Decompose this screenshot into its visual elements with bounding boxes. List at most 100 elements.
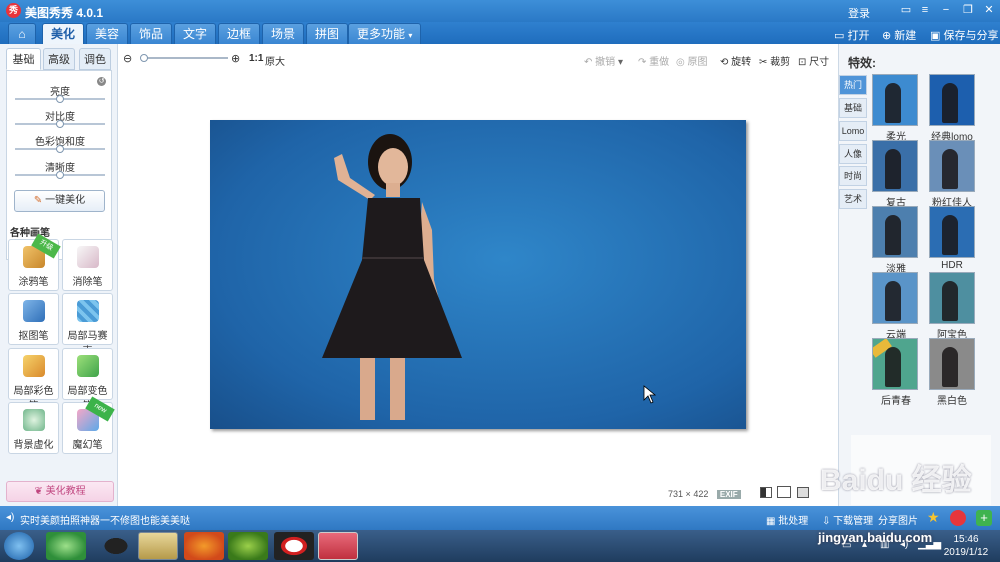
taskbar-player-icon[interactable] bbox=[228, 532, 268, 560]
image-dimensions: 731 × 422 EXIF bbox=[668, 489, 741, 499]
taskbar-record-icon[interactable] bbox=[274, 532, 314, 560]
title-bar: 秀 美图秀秀 4.0.1 登录 ▭ ≡ − ❐ ✕ bbox=[0, 0, 1000, 22]
effect-category-lomo[interactable]: Lomo bbox=[839, 121, 867, 141]
redo-button[interactable]: ↷ 重做 bbox=[638, 53, 669, 68]
undo-button[interactable]: ↶ 撤销 ▾ bbox=[584, 53, 623, 68]
effect-category-hot[interactable]: 热门 bbox=[839, 75, 867, 95]
menu-icon[interactable]: ≡ bbox=[917, 3, 933, 18]
original-button[interactable]: ◎ 原图 bbox=[676, 53, 708, 68]
zoom-ratio-button[interactable]: 1:1 bbox=[249, 53, 263, 64]
brush-background-blur[interactable]: 背景虚化 bbox=[8, 402, 59, 454]
close-icon[interactable]: ✕ bbox=[981, 3, 997, 18]
saturation-slider[interactable] bbox=[15, 145, 105, 153]
login-link[interactable]: 登录 bbox=[848, 5, 870, 21]
fit-view-icon[interactable] bbox=[777, 486, 791, 498]
brush-magic[interactable]: new 魔幻笔 bbox=[62, 396, 115, 454]
effect-category-art[interactable]: 艺术 bbox=[839, 189, 867, 209]
subtab-color[interactable]: 调色 bbox=[79, 48, 111, 70]
effect-thumb-post-youth[interactable] bbox=[872, 338, 918, 390]
start-button-icon[interactable] bbox=[4, 532, 34, 560]
brightness-slider[interactable] bbox=[15, 95, 105, 103]
restore-icon[interactable]: ❐ bbox=[960, 3, 976, 18]
zoom-in-icon[interactable]: ⊕ bbox=[231, 52, 240, 65]
one-key-beautify-button[interactable]: ✎ 一键美化 bbox=[14, 190, 105, 212]
zoom-out-icon[interactable]: ⊖ bbox=[123, 52, 132, 65]
contrast-thumb[interactable] bbox=[56, 120, 64, 128]
brush-local-color[interactable]: 局部彩色笔 bbox=[8, 348, 59, 412]
minimize-icon[interactable]: − bbox=[938, 3, 954, 18]
tab-text[interactable]: 文字 bbox=[174, 23, 217, 44]
effect-thumb-soft-light[interactable] bbox=[872, 74, 918, 126]
taskbar-meitu-icon[interactable] bbox=[318, 532, 358, 560]
image-width: 731 bbox=[668, 489, 684, 499]
undo-icon: ↶ bbox=[584, 57, 593, 68]
baidu-watermark: Baidu 经验 bbox=[820, 464, 972, 497]
zoom-slider[interactable] bbox=[140, 54, 228, 62]
brush-eraser[interactable]: 消除笔 bbox=[62, 239, 113, 291]
taskbar-qq-icon[interactable] bbox=[96, 532, 136, 560]
open-button[interactable]: ▭ 打开 bbox=[834, 27, 869, 43]
effect-category-portrait[interactable]: 人像 bbox=[839, 144, 867, 164]
batch-button[interactable]: ▦ 批处理 bbox=[766, 512, 808, 527]
rotate-button[interactable]: ⟲ 旋转 bbox=[720, 53, 751, 68]
effect-thumb-elegant[interactable] bbox=[872, 206, 918, 258]
taskbar-firefox-icon[interactable] bbox=[184, 532, 224, 560]
tab-collage[interactable]: 拼图 bbox=[306, 23, 349, 44]
tutorial-button[interactable]: ❦ 美化教程 bbox=[6, 481, 114, 502]
effect-preview-figure bbox=[885, 347, 901, 387]
home-tab[interactable]: ⌂ bbox=[8, 23, 36, 44]
message-icon[interactable]: ▭ bbox=[898, 3, 914, 18]
redo-icon: ↷ bbox=[638, 57, 647, 68]
effect-category-fashion[interactable]: 时尚 bbox=[839, 166, 867, 186]
sharpness-thumb[interactable] bbox=[56, 171, 64, 179]
download-manager-button[interactable]: ⇩ 下载管理 bbox=[822, 512, 873, 527]
effect-category-basic[interactable]: 基础 bbox=[839, 98, 867, 118]
share-image-button[interactable]: 分享图片 bbox=[878, 512, 918, 527]
effect-thumb-pink-lady[interactable] bbox=[929, 140, 975, 192]
sharpness-slider[interactable] bbox=[15, 171, 105, 179]
effect-preview-figure bbox=[942, 215, 958, 255]
photo-canvas[interactable] bbox=[210, 120, 746, 429]
exif-button[interactable]: EXIF bbox=[716, 490, 741, 499]
effect-thumb-classic-lomo[interactable] bbox=[929, 74, 975, 126]
plus-circle-icon: ⊕ bbox=[882, 30, 892, 42]
star-icon[interactable]: ★ bbox=[927, 509, 940, 526]
fullscreen-icon[interactable] bbox=[797, 487, 809, 498]
tab-more[interactable]: 更多功能 ▾ bbox=[348, 23, 422, 44]
tab-scenes[interactable]: 场景 bbox=[262, 23, 305, 44]
system-clock[interactable]: 15:46 2019/1/12 bbox=[936, 533, 996, 559]
zoom-thumb[interactable] bbox=[140, 54, 148, 62]
save-share-button[interactable]: ▣ 保存与分享 bbox=[930, 27, 998, 43]
weibo-icon[interactable] bbox=[950, 510, 966, 526]
brush-mosaic[interactable]: 局部马赛克 bbox=[62, 293, 113, 357]
effect-thumb-abao[interactable] bbox=[929, 272, 975, 324]
effect-thumb-vintage[interactable] bbox=[872, 140, 918, 192]
brush-doodle[interactable]: 升级 涂鸦笔 bbox=[8, 233, 61, 291]
tab-accessories[interactable]: 饰品 bbox=[130, 23, 173, 44]
taskbar-ie-icon[interactable] bbox=[46, 532, 86, 560]
new-button[interactable]: ⊕ 新建 bbox=[882, 27, 916, 43]
original-size-button[interactable]: 原大 bbox=[265, 53, 285, 68]
brush-cutout[interactable]: 抠图笔 bbox=[8, 293, 59, 345]
subtab-basic[interactable]: 基础 bbox=[6, 48, 41, 70]
saturation-thumb[interactable] bbox=[56, 145, 64, 153]
tab-beauty[interactable]: 美容 bbox=[86, 23, 129, 44]
contrast-slider[interactable] bbox=[15, 120, 105, 128]
size-button[interactable]: ⊡ 尺寸 bbox=[798, 53, 829, 68]
chevron-down-icon: ▾ bbox=[617, 57, 623, 68]
plus-icon[interactable]: + bbox=[976, 510, 992, 526]
status-message[interactable]: 实时美颜拍照神器一不修图也能美美哒 bbox=[20, 512, 190, 527]
effect-thumb-black-white[interactable] bbox=[929, 338, 975, 390]
tutorial-label: 美化教程 bbox=[45, 486, 86, 497]
tab-beautify[interactable]: 美化 bbox=[42, 23, 85, 44]
tab-frames[interactable]: 边框 bbox=[218, 23, 261, 44]
brightness-thumb[interactable] bbox=[56, 95, 64, 103]
effect-thumb-hdr[interactable] bbox=[929, 206, 975, 258]
crop-button[interactable]: ✂ 裁剪 bbox=[759, 53, 790, 68]
effect-thumb-cloud[interactable] bbox=[872, 272, 918, 324]
compare-view-icon[interactable] bbox=[760, 487, 772, 498]
brush-local-recolor[interactable]: 局部变色笔 bbox=[62, 348, 113, 412]
effect-preview-figure bbox=[885, 83, 901, 123]
taskbar-explorer-icon[interactable] bbox=[138, 532, 178, 560]
subtab-advanced[interactable]: 高级 bbox=[43, 48, 75, 70]
